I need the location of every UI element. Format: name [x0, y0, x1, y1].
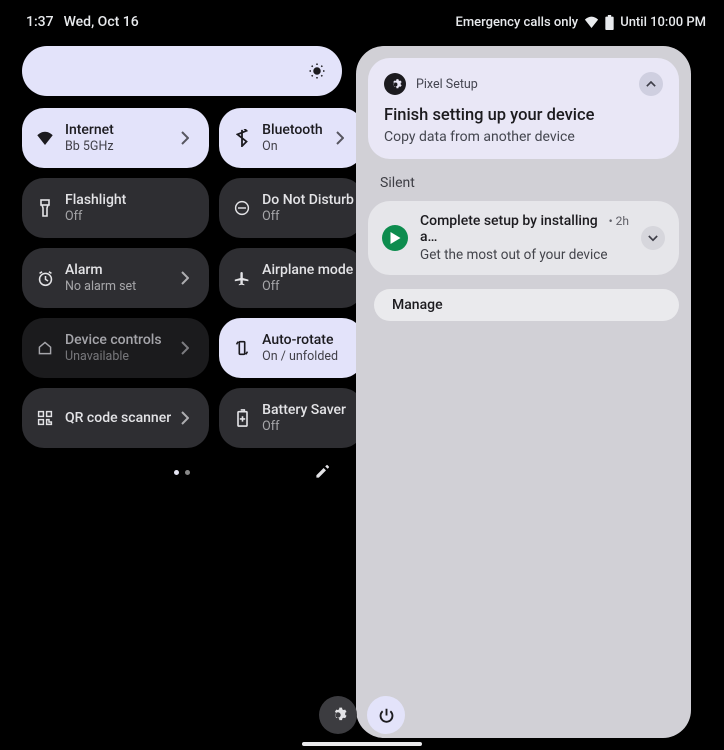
manage-button[interactable]: Manage [374, 289, 679, 321]
settings-button[interactable] [319, 696, 357, 734]
dnd-icon [232, 200, 252, 216]
status-emergency: Emergency calls only [455, 15, 578, 30]
notification-pixel-setup[interactable]: Pixel Setup Finish setting up your devic… [368, 58, 679, 159]
status-time: 1:37 [26, 14, 54, 30]
battery-saver-icon [232, 409, 252, 427]
tile-qr-scanner[interactable]: QR code scanner [22, 388, 209, 448]
pager-dots [22, 462, 342, 482]
collapse-button[interactable] [639, 72, 663, 96]
page-dot [185, 470, 190, 475]
qr-icon [35, 410, 55, 426]
notification-body: Copy data from another device [384, 129, 663, 145]
notification-time: 2h [616, 214, 629, 228]
tile-subtitle: On [262, 139, 326, 154]
tile-title: Alarm [65, 262, 171, 278]
tile-title: Battery Saver [262, 402, 354, 418]
tile-subtitle: Off [65, 209, 199, 224]
notification-title: Complete setup by installing a… [420, 213, 605, 245]
app-name: Pixel Setup [416, 77, 478, 92]
rotate-icon [232, 339, 252, 357]
bluetooth-icon [232, 129, 252, 147]
notification-title: Finish setting up your device [384, 106, 663, 125]
flashlight-icon [35, 199, 55, 217]
home-icon [35, 340, 55, 356]
tile-bluetooth[interactable]: BluetoothOn [219, 108, 364, 168]
bottom-controls [0, 696, 724, 734]
play-store-icon [382, 225, 408, 251]
tile-battery-saver[interactable]: Battery SaverOff [219, 388, 364, 448]
notification-body: Get the most out of your device [420, 247, 629, 263]
silent-section-label: Silent [368, 175, 679, 201]
notification-play-setup[interactable]: Complete setup by installing a… • 2h Get… [368, 201, 679, 275]
navigation-pill[interactable] [302, 742, 422, 746]
page-dot [174, 470, 179, 475]
tile-auto-rotate[interactable]: Auto-rotateOn / unfolded [219, 318, 364, 378]
brightness-icon [308, 62, 326, 80]
edit-tiles-button[interactable] [314, 464, 330, 480]
tile-subtitle: Off [262, 419, 354, 434]
power-button[interactable] [367, 696, 405, 734]
brightness-slider[interactable] [22, 46, 342, 96]
tile-subtitle: Bb 5GHz [65, 139, 171, 154]
wifi-icon [584, 16, 599, 28]
airplane-icon [232, 270, 252, 286]
tile-title: Do Not Disturb [262, 192, 354, 208]
tile-internet[interactable]: InternetBb 5GHz [22, 108, 209, 168]
tile-subtitle: Off [262, 209, 354, 224]
chevron-right-icon[interactable] [336, 131, 354, 145]
tile-alarm[interactable]: AlarmNo alarm set [22, 248, 209, 308]
tile-title: Airplane mode [262, 262, 354, 278]
tile-subtitle: Unavailable [65, 349, 171, 364]
tile-subtitle: No alarm set [65, 279, 171, 294]
tile-title: Internet [65, 122, 171, 138]
expand-button[interactable] [641, 226, 665, 250]
wifi-icon [35, 131, 55, 145]
status-date: Wed, Oct 16 [64, 14, 139, 30]
battery-icon [605, 15, 614, 30]
tile-subtitle: Off [262, 279, 354, 294]
chevron-right-icon[interactable] [181, 341, 199, 355]
status-bar: 1:37 Wed, Oct 16 Emergency calls only Un… [0, 0, 724, 38]
tile-flashlight[interactable]: FlashlightOff [22, 178, 209, 238]
tile-title: Flashlight [65, 192, 199, 208]
chevron-right-icon[interactable] [181, 411, 199, 425]
tile-airplane[interactable]: Airplane modeOff [219, 248, 364, 308]
tile-title: Device controls [65, 332, 171, 348]
chevron-right-icon[interactable] [181, 271, 199, 285]
status-until: Until 10:00 PM [620, 15, 706, 30]
tile-title: Bluetooth [262, 122, 326, 138]
tile-title: QR code scanner [65, 410, 171, 426]
gear-icon [384, 73, 406, 95]
chevron-right-icon[interactable] [181, 131, 199, 145]
tile-dnd[interactable]: Do Not DisturbOff [219, 178, 364, 238]
notification-panel: Pixel Setup Finish setting up your devic… [356, 46, 691, 738]
tile-title: Auto-rotate [262, 332, 354, 348]
tile-subtitle: On / unfolded [262, 349, 354, 364]
tile-device-controls[interactable]: Device controlsUnavailable [22, 318, 209, 378]
quick-settings-panel: InternetBb 5GHz BluetoothOn FlashlightOf… [22, 46, 342, 738]
alarm-icon [35, 270, 55, 287]
